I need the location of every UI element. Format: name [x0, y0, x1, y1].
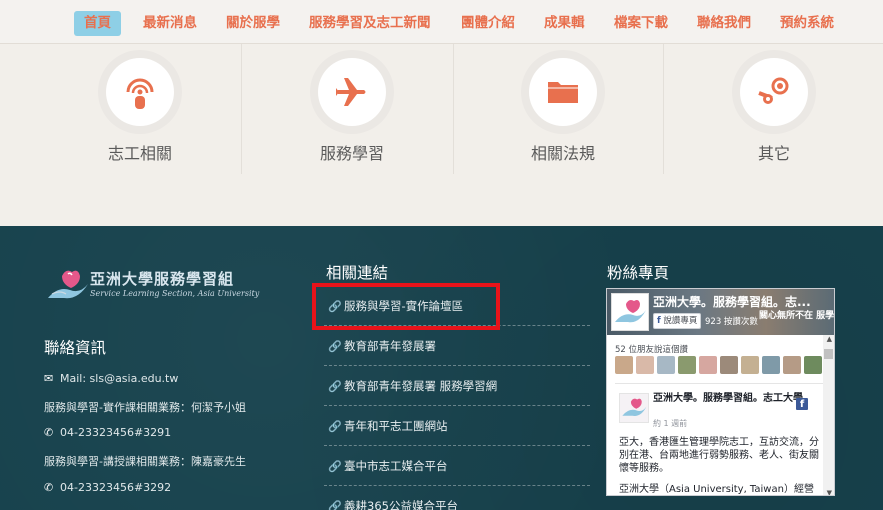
link-youth-dept[interactable]: 🔗 教育部青年發展署	[324, 326, 590, 366]
scroll-up-icon[interactable]: ▲	[827, 335, 832, 343]
avatar[interactable]	[762, 356, 780, 374]
category-regulations[interactable]: 相關法規	[463, 44, 675, 226]
category-circle	[310, 50, 394, 134]
fb-scrollbar[interactable]: ▲ ▼	[823, 335, 834, 495]
divider	[453, 44, 454, 174]
link-youth-service-net[interactable]: 🔗 教育部青年發展署 服務學習網	[324, 366, 590, 406]
fb-post-avatar[interactable]	[619, 393, 649, 423]
avatar[interactable]	[720, 356, 738, 374]
nav-groups[interactable]: 團體介紹	[461, 11, 515, 36]
link-yigeng-365[interactable]: 🔗 義耕365公益媒合平台	[324, 486, 590, 510]
volunteer-icon	[126, 78, 154, 109]
divider	[241, 44, 242, 174]
nav-latest-news[interactable]: 最新消息	[143, 11, 197, 36]
avatar[interactable]	[678, 356, 696, 374]
link-icon: 🔗	[328, 380, 342, 393]
category-label: 服務學習	[319, 144, 384, 163]
steam-icon	[758, 77, 789, 104]
link-peace-volunteer[interactable]: 🔗 青年和平志工團網站	[324, 406, 590, 446]
avatar[interactable]	[699, 356, 717, 374]
link-icon: 🔗	[328, 340, 342, 353]
avatar[interactable]	[636, 356, 654, 374]
category-circle	[98, 50, 182, 134]
fb-like-count: 923 按讚次數	[705, 317, 758, 327]
footer-logo[interactable]: 亞洲大學服務學習組 Service Learning Section, Asia…	[44, 264, 259, 304]
logo-bird-icon	[615, 300, 646, 323]
scroll-thumb[interactable]	[824, 349, 833, 359]
fb-post-body: 亞大，香港匯生管理學院志工，互訪交流，分別在港、台兩地進行弱勢服務、老人、街友關…	[619, 437, 819, 474]
nav-about[interactable]: 關於服學	[226, 11, 280, 36]
fb-friends-text: 52 位朋友說這個讚	[615, 345, 689, 355]
avatar[interactable]	[783, 356, 801, 374]
fb-like-icon: f	[657, 316, 661, 326]
facebook-widget[interactable]: 亞洲大學。服務學習組。志... f 說讚專頁 923 按讚次數 關心無所不在 服…	[606, 288, 835, 496]
link-icon: 🔗	[328, 460, 342, 473]
logo-bird-icon	[48, 270, 88, 299]
links-title: 相關連結	[326, 264, 389, 282]
category-circle	[732, 50, 816, 134]
airplane-icon	[336, 78, 366, 106]
category-other[interactable]: 其它	[674, 44, 883, 226]
nav-results[interactable]: 成果輯	[544, 11, 585, 36]
avatar[interactable]	[657, 356, 675, 374]
fb-post-body-more: 亞洲大學（Asia University, Taiwan）經營系	[619, 484, 814, 495]
fb-page-avatar[interactable]	[611, 293, 649, 331]
nav-booking[interactable]: 預約系統	[780, 11, 834, 36]
link-taichung-volunteer[interactable]: 🔗 臺中市志工媒合平台	[324, 446, 590, 486]
contact-phone-2: ✆ 04-23323456#3292	[44, 481, 172, 494]
folder-icon	[548, 82, 578, 103]
contact-line-practice: 服務與學習-實作課相關業務：何潔予小姐	[44, 401, 246, 414]
fans-title: 粉絲專頁	[607, 264, 670, 282]
nav-contact[interactable]: 聯絡我們	[697, 11, 751, 36]
category-strip: 志工相關 服務學習 相關法規 其它	[0, 44, 883, 226]
contact-line-lecture: 服務與學習-講授課相關業務：陳嘉豪先生	[44, 455, 246, 468]
nav-downloads[interactable]: 檔案下載	[614, 11, 668, 36]
logo-bird-icon	[622, 398, 647, 416]
fb-cover[interactable]: 亞洲大學。服務學習組。志... f 說讚專頁 923 按讚次數 關心無所不在 服…	[607, 289, 834, 335]
avatar[interactable]	[741, 356, 759, 374]
category-label: 志工相關	[107, 144, 172, 163]
contact-phone-1: ✆ 04-23323456#3291	[44, 426, 172, 439]
category-label: 相關法規	[530, 144, 595, 163]
divider	[663, 44, 664, 174]
facebook-icon[interactable]: f	[796, 398, 808, 410]
fb-post-time[interactable]: 約 1 週前	[653, 418, 687, 429]
fb-page-title[interactable]: 亞洲大學。服務學習組。志...	[653, 293, 811, 310]
site-footer: 亞洲大學服務學習組 Service Learning Section, Asia…	[0, 226, 883, 510]
scroll-down-icon[interactable]: ▼	[827, 489, 832, 495]
fb-like-button[interactable]: f 說讚專頁	[653, 313, 702, 329]
category-service-learning[interactable]: 服務學習	[252, 44, 464, 226]
category-circle	[521, 50, 605, 134]
fb-post-author[interactable]: 亞洲大學。服務學習組。志工大學	[653, 393, 803, 405]
contact-title: 聯絡資訊	[44, 339, 107, 357]
logo-title: 亞洲大學服務學習組	[90, 270, 235, 288]
logo-subtitle: Service Learning Section, Asia Universit…	[90, 289, 260, 298]
fb-cover-promo: 關心無所不在 服學與你同在	[759, 311, 835, 321]
divider	[615, 383, 823, 384]
highlight-box	[312, 283, 500, 330]
nav-home[interactable]: 首頁	[74, 11, 121, 36]
contact-email[interactable]: ✉ Mail: sls@asia.edu.tw	[44, 372, 178, 385]
phone-icon: ✆	[44, 426, 54, 439]
link-icon: 🔗	[328, 420, 342, 433]
link-icon: 🔗	[328, 500, 342, 510]
category-label: 其它	[757, 144, 790, 163]
envelope-icon: ✉	[44, 372, 54, 385]
nav-service-news[interactable]: 服務學習及志工新聞	[309, 11, 431, 36]
phone-icon: ✆	[44, 481, 54, 494]
avatar[interactable]	[804, 356, 822, 374]
category-volunteer[interactable]: 志工相關	[40, 44, 252, 226]
main-nav: 首頁 最新消息 關於服學 服務學習及志工新聞 團體介紹 成果輯 檔案下載 聯絡我…	[0, 0, 883, 44]
avatar[interactable]	[615, 356, 633, 374]
